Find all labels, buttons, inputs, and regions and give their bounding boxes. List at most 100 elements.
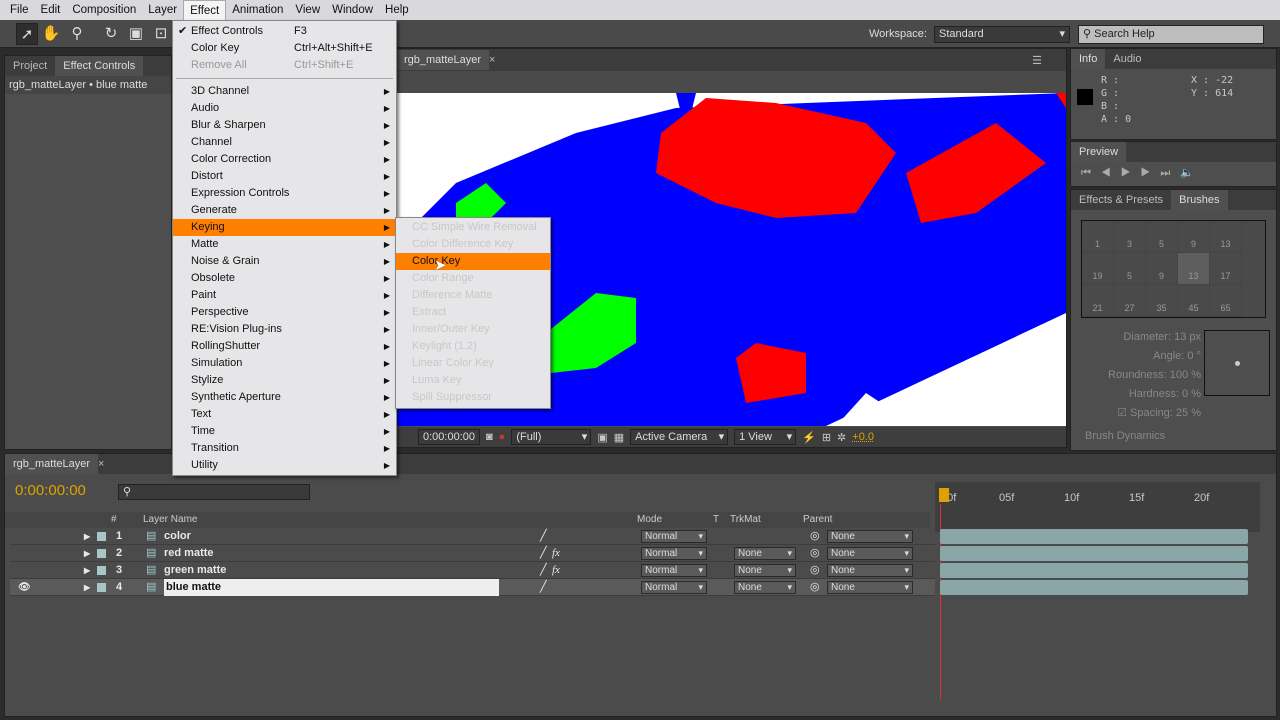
menu-item-utility[interactable]: Utility ▶ xyxy=(173,457,396,474)
camera-dropdown[interactable]: Active Camera ▾ xyxy=(630,429,729,445)
layer-name[interactable]: blue matte xyxy=(164,579,499,596)
transparency-grid-icon[interactable]: ▦ xyxy=(614,431,624,444)
parent-dropdown[interactable]: None xyxy=(827,547,913,560)
pickwhip-icon[interactable]: ◎ xyxy=(810,579,820,596)
menu-item-obsolete[interactable]: Obsolete ▶ xyxy=(173,270,396,287)
fx-icon[interactable]: fx xyxy=(552,562,560,579)
tab-info[interactable]: Info xyxy=(1071,49,1106,69)
pan-behind-tool-icon[interactable]: ⊡ xyxy=(150,23,172,45)
menu-item-color-correction[interactable]: Color Correction ▶ xyxy=(173,151,396,168)
pickwhip-icon[interactable]: ◎ xyxy=(810,528,820,545)
brush-tip[interactable]: 9 xyxy=(1146,253,1178,285)
menu-item-blur-sharpen[interactable]: Blur & Sharpen ▶ xyxy=(173,117,396,134)
tab-effect-controls[interactable]: Effect Controls xyxy=(55,56,144,76)
time-ruler[interactable]: 00f 05f 10f 15f 20f xyxy=(935,482,1260,532)
submenu-item-difference-matte[interactable]: Difference Matte xyxy=(396,287,550,304)
layer-duration-bar[interactable] xyxy=(940,529,1248,544)
expand-triangle-icon[interactable]: ▶ xyxy=(84,528,90,545)
brush-tip[interactable]: 17 xyxy=(1210,253,1242,285)
layer-name[interactable]: color xyxy=(164,528,191,545)
menu-item-re-vision-plug-ins[interactable]: RE:Vision Plug-ins ▶ xyxy=(173,321,396,338)
brush-tip[interactable]: 3 xyxy=(1114,221,1146,253)
brush-tip[interactable]: 13 xyxy=(1210,221,1242,253)
mode-dropdown[interactable]: Normal xyxy=(641,564,707,577)
spacing-checkbox[interactable]: ☑ xyxy=(1117,407,1127,419)
eye-icon[interactable]: 👁 xyxy=(18,579,31,596)
label-color-swatch[interactable] xyxy=(97,532,106,541)
layer-name[interactable]: green matte xyxy=(164,562,226,579)
submenu-item-extract[interactable]: Extract xyxy=(396,304,550,321)
brush-tip[interactable]: 21 xyxy=(1082,285,1114,317)
camera-tool-icon[interactable]: ▣ xyxy=(125,23,147,45)
menu-item-channel[interactable]: Channel ▶ xyxy=(173,134,396,151)
menu-item-time[interactable]: Time ▶ xyxy=(173,423,396,440)
pen-icon[interactable]: ╱ xyxy=(540,545,547,562)
exposure-icon[interactable]: ✲ xyxy=(837,431,846,444)
rotate-tool-icon[interactable]: ↻ xyxy=(100,23,122,45)
header-layer-name[interactable]: Layer Name xyxy=(143,514,197,525)
region-of-interest-icon[interactable]: ▣ xyxy=(597,431,607,444)
view-layout-dropdown[interactable]: 1 View ▾ xyxy=(734,429,797,445)
layer-row[interactable]: ▶ 3 ▤ green matte ╱ fx Normal None ◎ None xyxy=(10,562,935,579)
menu-item-matte[interactable]: Matte ▶ xyxy=(173,236,396,253)
label-color-swatch[interactable] xyxy=(97,583,106,592)
tab-project[interactable]: Project xyxy=(5,56,55,76)
tab-preview[interactable]: Preview xyxy=(1071,142,1127,162)
zoom-tool-icon[interactable]: ⚲ xyxy=(66,23,88,45)
menu-item-3d-channel[interactable]: 3D Channel ▶ xyxy=(173,83,396,100)
flowchart-icon[interactable]: ⊞ xyxy=(822,431,831,444)
menu-item-simulation[interactable]: Simulation ▶ xyxy=(173,355,396,372)
pickwhip-icon[interactable]: ◎ xyxy=(810,545,820,562)
submenu-item-spill-suppressor[interactable]: Spill Suppressor xyxy=(396,389,550,406)
brush-tip[interactable]: 27 xyxy=(1114,285,1146,317)
brush-tip[interactable]: 35 xyxy=(1146,285,1178,317)
workspace-dropdown[interactable]: Standard ▾ xyxy=(934,26,1070,43)
search-help-input[interactable]: ⚲ Search Help xyxy=(1078,25,1264,44)
pickwhip-icon[interactable]: ◎ xyxy=(810,562,820,579)
parent-dropdown[interactable]: None xyxy=(827,581,913,594)
pen-icon[interactable]: ╱ xyxy=(540,579,547,596)
mode-dropdown[interactable]: Normal xyxy=(641,547,707,560)
hand-tool-icon[interactable]: ✋ xyxy=(40,23,62,45)
brush-tip[interactable]: 13 xyxy=(1178,253,1210,285)
angle-value[interactable]: 0 ° xyxy=(1187,350,1201,362)
layer-row[interactable]: ▶ 2 ▤ red matte ╱ fx Normal None ◎ None xyxy=(10,545,935,562)
panel-menu-icon[interactable]: ☰ xyxy=(1032,54,1042,67)
layer-row[interactable]: ▶ 1 ▤ color ╱ Normal ◎ None xyxy=(10,528,935,545)
menu-item-synthetic-aperture[interactable]: Synthetic Aperture ▶ xyxy=(173,389,396,406)
submenu-item-linear-color-key[interactable]: Linear Color Key xyxy=(396,355,550,372)
tab-brushes[interactable]: Brushes xyxy=(1171,190,1228,210)
expand-triangle-icon[interactable]: ▶ xyxy=(84,562,90,579)
layer-row[interactable]: 👁 ▶ 4 ▤ blue matte ╱ Normal None ◎ None xyxy=(10,579,935,596)
submenu-item-inner-outer-key[interactable]: Inner/Outer Key xyxy=(396,321,550,338)
layer-duration-bar[interactable] xyxy=(940,563,1248,578)
tab-effects-presets[interactable]: Effects & Presets xyxy=(1071,190,1171,210)
pen-icon[interactable]: ╱ xyxy=(540,528,547,545)
tab-composition[interactable]: rgb_matteLayer xyxy=(396,50,490,70)
brush-tip[interactable]: 45 xyxy=(1178,285,1210,317)
brush-tip-grid[interactable]: 1 3 5 9 13 19 5 9 13 17 21 27 35 45 65 xyxy=(1081,220,1266,318)
menu-item-keying[interactable]: Keying ▶ xyxy=(173,219,396,236)
spacing-value[interactable]: 25 % xyxy=(1176,407,1201,419)
menu-effect[interactable]: Effect xyxy=(183,0,227,21)
label-color-swatch[interactable] xyxy=(97,549,106,558)
menu-view[interactable]: View xyxy=(289,0,326,20)
trkmat-dropdown[interactable]: None xyxy=(734,547,796,560)
menu-animation[interactable]: Animation xyxy=(226,0,289,20)
tab-timeline[interactable]: rgb_matteLayer xyxy=(5,454,99,474)
brush-tip[interactable]: 65 xyxy=(1210,285,1242,317)
brush-tip[interactable]: 19 xyxy=(1082,253,1114,285)
menu-item-perspective[interactable]: Perspective ▶ xyxy=(173,304,396,321)
roundness-value[interactable]: 100 % xyxy=(1170,369,1201,381)
expand-triangle-icon[interactable]: ▶ xyxy=(84,579,90,596)
hardness-value[interactable]: 0 % xyxy=(1182,388,1201,400)
comp-timecode[interactable]: 0:00:00:00 xyxy=(418,429,480,445)
layer-duration-bar[interactable] xyxy=(940,546,1248,561)
brush-tip[interactable]: 9 xyxy=(1178,221,1210,253)
menu-item-stylize[interactable]: Stylize ▶ xyxy=(173,372,396,389)
submenu-item-color-range[interactable]: Color Range xyxy=(396,270,550,287)
menu-item-rollingshutter[interactable]: RollingShutter ▶ xyxy=(173,338,396,355)
selection-tool-icon[interactable]: ➚ xyxy=(16,23,38,45)
tab-audio[interactable]: Audio xyxy=(1105,49,1149,69)
fast-previews-icon[interactable]: ⚡ xyxy=(802,431,816,444)
